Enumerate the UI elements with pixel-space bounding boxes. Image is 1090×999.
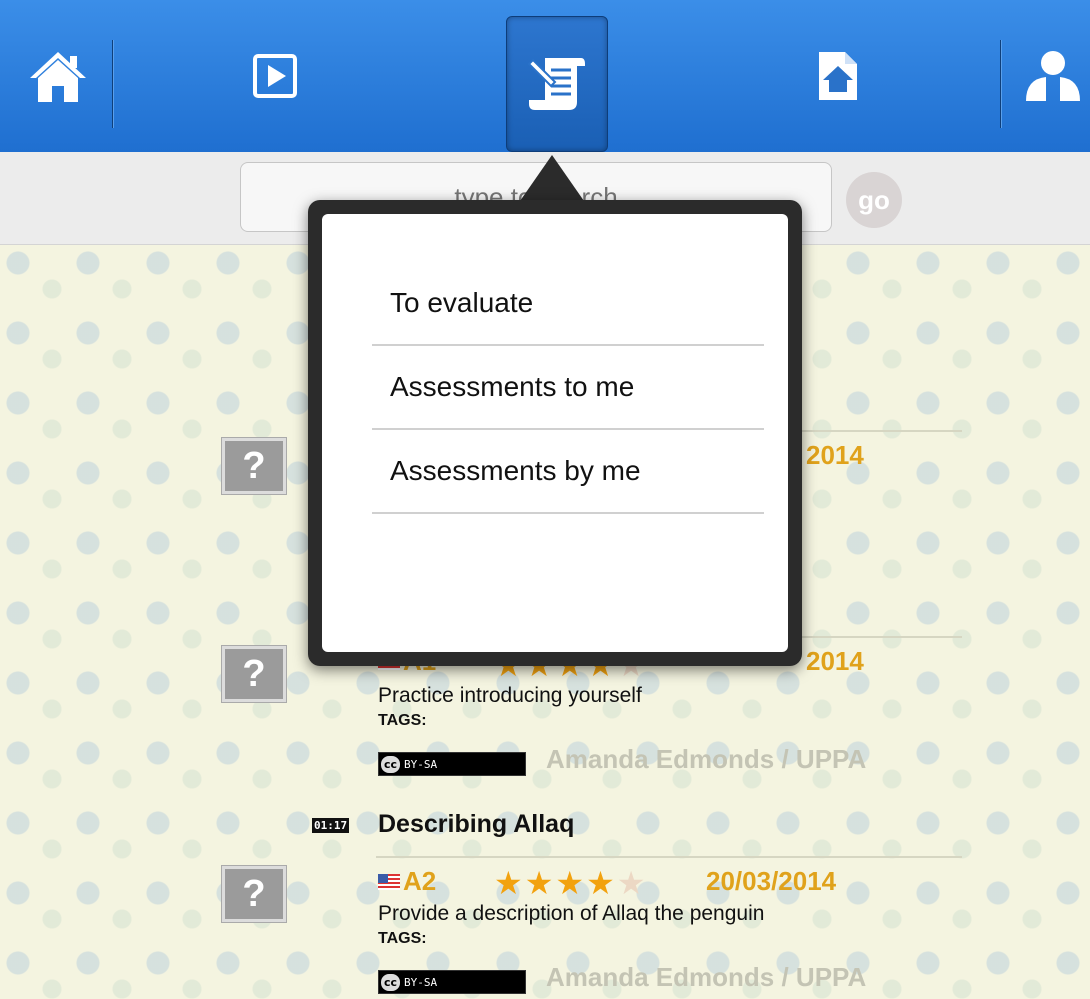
activity-level: A2 bbox=[378, 866, 436, 897]
rating-stars: ★★★★★ bbox=[494, 864, 648, 902]
license-label: BY-SA bbox=[404, 975, 438, 989]
nav-assessments-button[interactable] bbox=[506, 16, 608, 152]
activity-date: 2014 bbox=[806, 646, 864, 676]
placeholder-thumbnail: ? bbox=[222, 438, 286, 494]
activity-date: 2014 bbox=[806, 440, 864, 470]
cc-icon: cc bbox=[381, 755, 401, 773]
license-badge[interactable]: cc BY-SA bbox=[378, 752, 526, 776]
tags-label: TAGS: bbox=[378, 930, 427, 947]
activity-level-label: A2 bbox=[403, 866, 437, 896]
nav-divider bbox=[112, 40, 113, 128]
menu-item-assessments-to-me[interactable]: Assessments to me bbox=[372, 346, 764, 430]
scroll-pen-icon bbox=[527, 58, 585, 110]
home-icon bbox=[30, 52, 86, 102]
activity-title[interactable]: Describing Allaq bbox=[378, 810, 574, 839]
placeholder-thumbnail: ? bbox=[222, 646, 286, 702]
nav-users-button[interactable] bbox=[1016, 0, 1090, 152]
item-divider bbox=[376, 856, 962, 858]
menu-item-to-evaluate[interactable]: To evaluate bbox=[372, 262, 764, 346]
activity-date: 20/03/2014 bbox=[706, 866, 837, 896]
us-flag-icon bbox=[378, 873, 400, 890]
activity-author[interactable]: Amanda Edmonds / UPPA bbox=[546, 962, 866, 993]
license-badge[interactable]: cc BY-SA bbox=[378, 970, 526, 994]
go-button[interactable]: go bbox=[846, 172, 902, 228]
play-icon bbox=[253, 54, 297, 98]
cc-icon: cc bbox=[381, 973, 401, 991]
placeholder-thumbnail: ? bbox=[222, 866, 286, 922]
assessments-popover: To evaluate Assessments to me Assessment… bbox=[308, 200, 802, 666]
tags-label: TAGS: bbox=[378, 712, 427, 729]
file-upload-icon bbox=[819, 52, 857, 100]
activity-author[interactable]: Amanda Edmonds / UPPA bbox=[546, 744, 866, 775]
nav-home-button[interactable] bbox=[18, 0, 98, 152]
nav-upload-button[interactable] bbox=[808, 0, 868, 152]
popover-arrow bbox=[520, 155, 584, 201]
activity-description: Provide a description of Allaq the pengu… bbox=[378, 902, 765, 925]
license-label: BY-SA bbox=[404, 757, 438, 771]
popover-menu: To evaluate Assessments to me Assessment… bbox=[322, 214, 788, 652]
top-nav-bar bbox=[0, 0, 1090, 153]
nav-play-button[interactable] bbox=[242, 0, 308, 152]
users-icon bbox=[1026, 51, 1080, 101]
menu-item-assessments-by-me[interactable]: Assessments by me bbox=[372, 430, 764, 514]
duration-badge: 01:17 bbox=[312, 818, 350, 833]
nav-divider bbox=[1000, 40, 1001, 128]
activity-description: Practice introducing yourself bbox=[378, 684, 642, 707]
